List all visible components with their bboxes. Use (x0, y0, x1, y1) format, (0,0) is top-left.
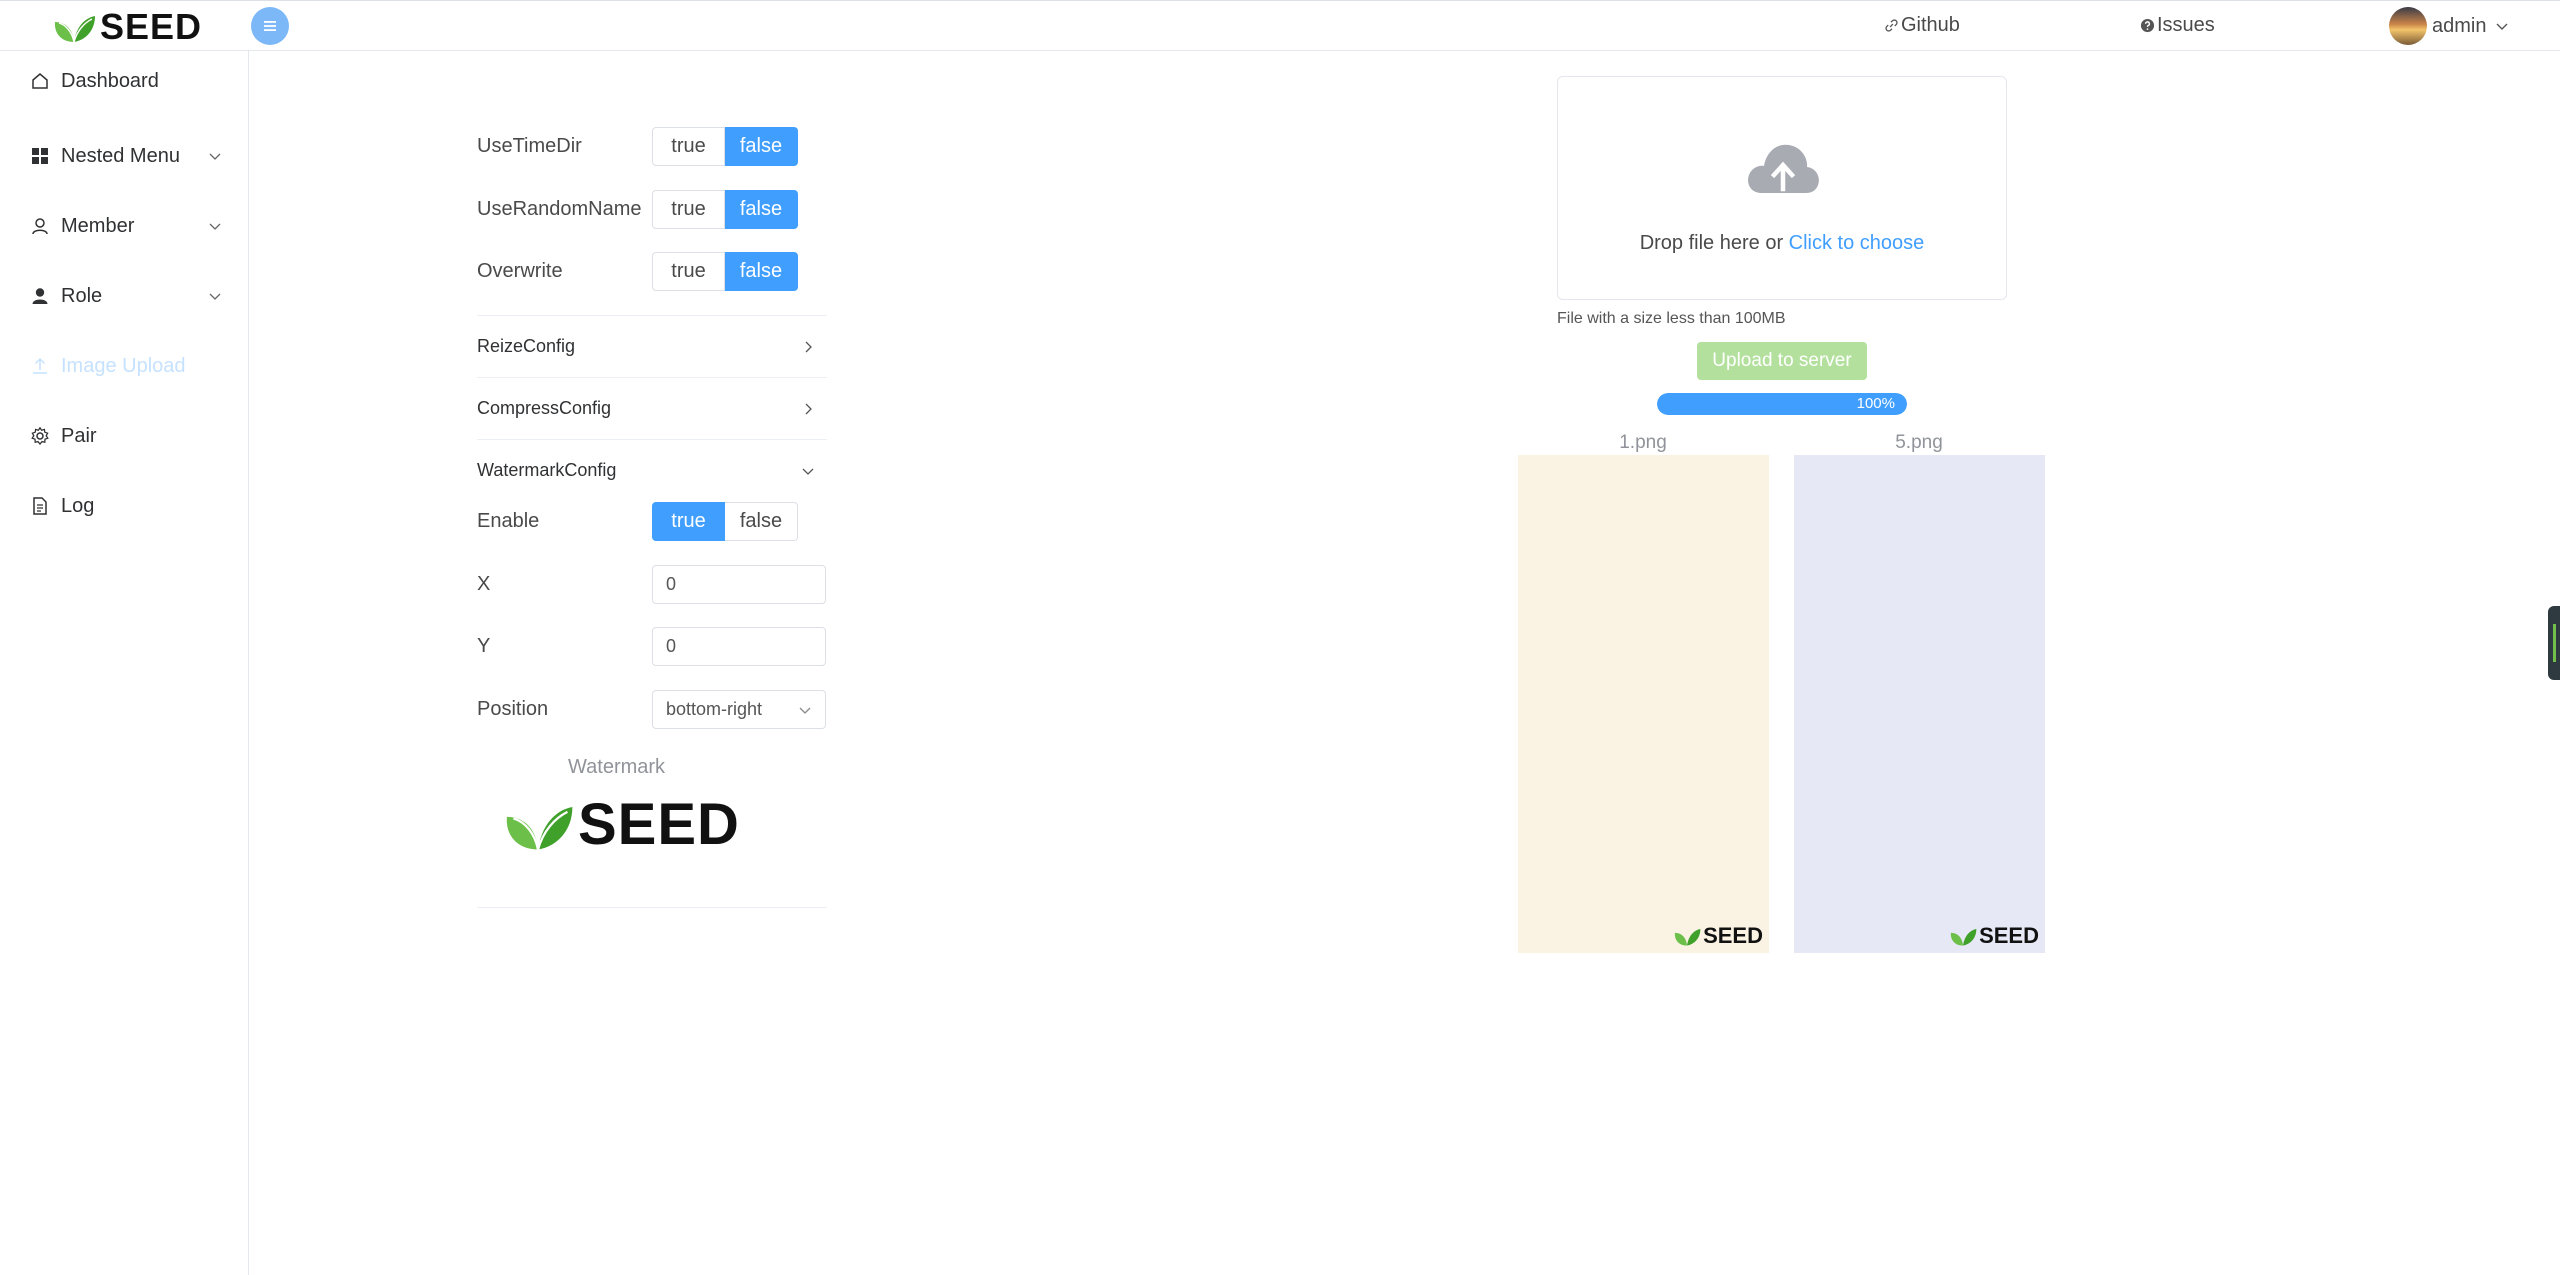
watermark-enable-label: Enable (477, 510, 540, 532)
sidebar-item-label: Image Upload (61, 354, 186, 377)
use-time-dir-label: UseTimeDir (477, 135, 582, 157)
resize-config-collapse[interactable]: ReizeConfig (477, 315, 827, 377)
watermark-preview-caption: Watermark (568, 756, 666, 778)
side-panel-handle[interactable] (2548, 606, 2560, 680)
link-icon (1885, 19, 1898, 32)
overwrite-false-button[interactable]: false (725, 252, 798, 291)
watermark-position-select[interactable]: bottom-right (652, 690, 826, 729)
sidebar-toggle-button[interactable] (251, 7, 289, 45)
chevron-down-icon (209, 153, 221, 160)
github-label: Github (1901, 14, 1960, 36)
upload-progress-bar: 100% (1657, 393, 1907, 415)
chevron-right-icon (805, 403, 812, 414)
sidebar-item-role[interactable]: Role (0, 266, 248, 326)
watermark-y-label: Y (477, 635, 491, 657)
resize-config-title: ReizeConfig (477, 336, 576, 356)
watermark-config-collapse[interactable]: WatermarkConfig (477, 439, 827, 501)
brand-name: SEED (100, 6, 203, 47)
watermark-stamp-text: SEED (1979, 923, 2039, 948)
sidebar-item-dashboard[interactable]: Dashboard (0, 51, 248, 111)
watermark-stamp: SEED (1949, 923, 2039, 949)
file-name-2: 5.png (1895, 432, 1943, 453)
use-random-name-label: UseRandomName (477, 198, 642, 220)
click-to-choose-link[interactable]: Click to choose (1789, 232, 1925, 254)
brand-logo[interactable]: SEED (52, 6, 203, 47)
use-random-name-radio-group: true false (652, 190, 798, 229)
compress-config-title: CompressConfig (477, 398, 612, 418)
gear-icon (29, 425, 51, 447)
user-menu[interactable]: admin (2389, 7, 2510, 45)
watermark-enable-true-button[interactable]: true (652, 502, 725, 541)
leaf-logo-icon (54, 16, 95, 43)
top-bar: SEED Github Issues admin (0, 0, 2560, 51)
leaf-logo-icon (506, 806, 573, 850)
upload-icon (29, 355, 51, 377)
sidebar-item-label: Member (61, 214, 135, 237)
sidebar-item-log[interactable]: Log (0, 476, 248, 536)
use-random-name-true-button[interactable]: true (652, 190, 725, 229)
grid-icon (29, 145, 51, 167)
dropzone-text: Drop file here or Click to choose (1558, 232, 2006, 255)
use-random-name-false-button[interactable]: false (725, 190, 798, 229)
watermark-enable-radio-group: true false (652, 502, 798, 541)
uploaded-image-thumbnail[interactable]: SEED (1518, 455, 1769, 953)
file-name-1: 1.png (1619, 432, 1667, 453)
watermark-preview-image: SEED (502, 791, 740, 858)
overwrite-true-button[interactable]: true (652, 252, 725, 291)
chevron-down-icon (209, 223, 221, 230)
sidebar-item-member[interactable]: Member (0, 196, 248, 256)
watermark-y-input[interactable] (652, 627, 826, 666)
user-filled-icon (29, 285, 51, 307)
upload-size-tip: File with a size less than 100MB (1557, 310, 1786, 327)
watermark-config-title: WatermarkConfig (477, 460, 617, 480)
uploaded-image-thumbnail[interactable]: SEED (1794, 455, 2045, 953)
watermark-brand-text: SEED (578, 792, 740, 857)
sidebar-item-label: Pair (61, 424, 97, 447)
watermark-x-input[interactable] (652, 565, 826, 604)
sidebar-item-label: Role (61, 284, 103, 307)
watermark-enable-false-button[interactable]: false (725, 502, 798, 541)
overwrite-radio-group: true false (652, 252, 798, 291)
issues-link[interactable]: Issues (2140, 14, 2215, 37)
user-icon (29, 215, 51, 237)
chevron-down-icon (209, 293, 221, 300)
upload-dropzone[interactable]: Drop file here or Click to choose (1557, 76, 2007, 300)
leaf-logo-icon (1950, 929, 1977, 946)
avatar (2389, 7, 2427, 45)
use-time-dir-radio-group: true false (652, 127, 798, 166)
issues-label: Issues (2157, 14, 2215, 36)
watermark-position-label: Position (477, 698, 549, 720)
compress-config-collapse[interactable]: CompressConfig (477, 377, 827, 439)
sidebar-item-pair[interactable]: Pair (0, 406, 248, 466)
github-link[interactable]: Github (1884, 14, 1960, 37)
use-time-dir-true-button[interactable]: true (652, 127, 725, 166)
overwrite-label: Overwrite (477, 260, 563, 282)
sidebar: Dashboard Nested Menu Member Role Image … (0, 51, 249, 1275)
chevron-down-icon (802, 468, 814, 475)
use-time-dir-false-button[interactable]: false (725, 127, 798, 166)
upload-progress-text: 100% (1856, 395, 1895, 412)
cloud-upload-icon (1748, 144, 1819, 193)
watermark-stamp: SEED (1673, 923, 1763, 949)
chevron-down-icon (2496, 23, 2508, 30)
upload-to-server-button[interactable]: Upload to server (1697, 342, 1867, 380)
chevron-down-icon (799, 707, 811, 714)
drop-file-text: Drop file here or (1639, 232, 1789, 254)
menu-icon (264, 21, 276, 31)
watermark-stamp-text: SEED (1703, 923, 1763, 948)
sidebar-item-label: Log (61, 494, 95, 517)
document-icon (29, 495, 51, 517)
home-icon (29, 70, 51, 92)
watermark-position-value: bottom-right (666, 699, 763, 719)
watermark-x-label: X (477, 573, 491, 595)
chevron-right-icon (805, 341, 812, 352)
user-name: admin (2432, 14, 2487, 37)
sidebar-item-nested-menu[interactable]: Nested Menu (0, 126, 248, 186)
question-circle-icon (2140, 18, 2155, 33)
sidebar-item-image-upload[interactable]: Image Upload (0, 336, 248, 396)
sidebar-item-label: Nested Menu (61, 144, 180, 167)
sidebar-item-label: Dashboard (61, 69, 159, 92)
form-divider (477, 907, 827, 908)
leaf-logo-icon (1674, 929, 1701, 946)
